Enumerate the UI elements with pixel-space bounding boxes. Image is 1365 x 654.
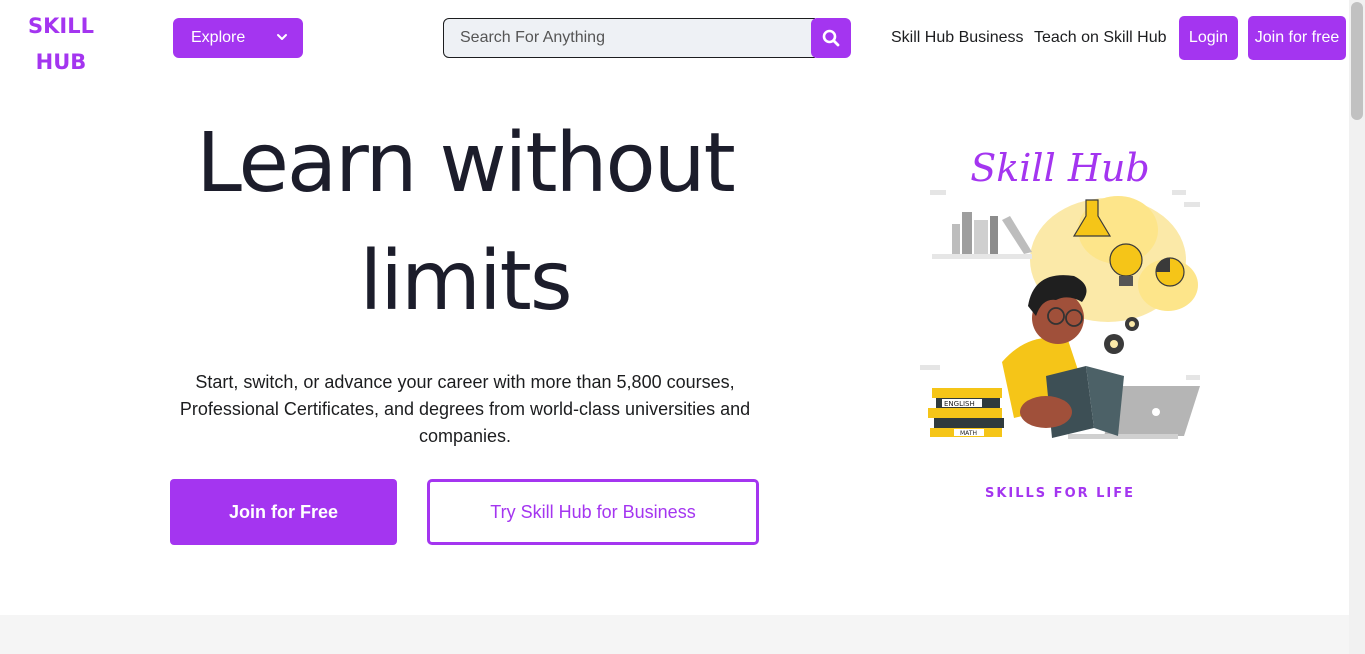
explore-dropdown[interactable]: Explore bbox=[173, 18, 303, 58]
book-label-english: ENGLISH bbox=[944, 400, 975, 408]
site-logo[interactable]: SKILL HUB bbox=[28, 8, 94, 80]
nav-skill-hub-business[interactable]: Skill Hub Business bbox=[891, 29, 1024, 47]
hero-join-button[interactable]: Join for Free bbox=[170, 479, 397, 545]
chevron-down-icon bbox=[277, 34, 287, 40]
hero-subtitle: Start, switch, or advance your career wi… bbox=[179, 372, 751, 446]
page-scrollbar[interactable] bbox=[1349, 0, 1365, 654]
hero-title-line-1: Learn without bbox=[196, 116, 736, 211]
hero-title-line-2: limits bbox=[359, 234, 572, 329]
illustration-tagline: SKILLS FOR LIFE bbox=[984, 486, 1136, 501]
illustration-title: Skill Hub bbox=[970, 146, 1150, 190]
student-reading-illustration: ENGLISH MATH bbox=[920, 190, 1200, 439]
next-section-band bbox=[0, 615, 1349, 654]
join-for-free-button[interactable]: Join for free bbox=[1248, 16, 1346, 60]
hero-business-button[interactable]: Try Skill Hub for Business bbox=[427, 479, 759, 545]
explore-label: Explore bbox=[191, 29, 246, 46]
search-icon bbox=[822, 29, 840, 47]
logo-line-1: SKILL bbox=[28, 14, 94, 38]
logo-line-2: HUB bbox=[35, 50, 87, 74]
search-button[interactable] bbox=[811, 18, 851, 58]
login-button[interactable]: Login bbox=[1179, 16, 1238, 60]
search-bar bbox=[443, 18, 851, 58]
search-input[interactable] bbox=[443, 18, 815, 58]
book-label-math: MATH bbox=[960, 430, 977, 437]
nav-teach-on-skill-hub[interactable]: Teach on Skill Hub bbox=[1034, 29, 1167, 47]
hero-title: Learn without limits bbox=[150, 105, 780, 341]
scrollbar-thumb[interactable] bbox=[1351, 2, 1363, 120]
